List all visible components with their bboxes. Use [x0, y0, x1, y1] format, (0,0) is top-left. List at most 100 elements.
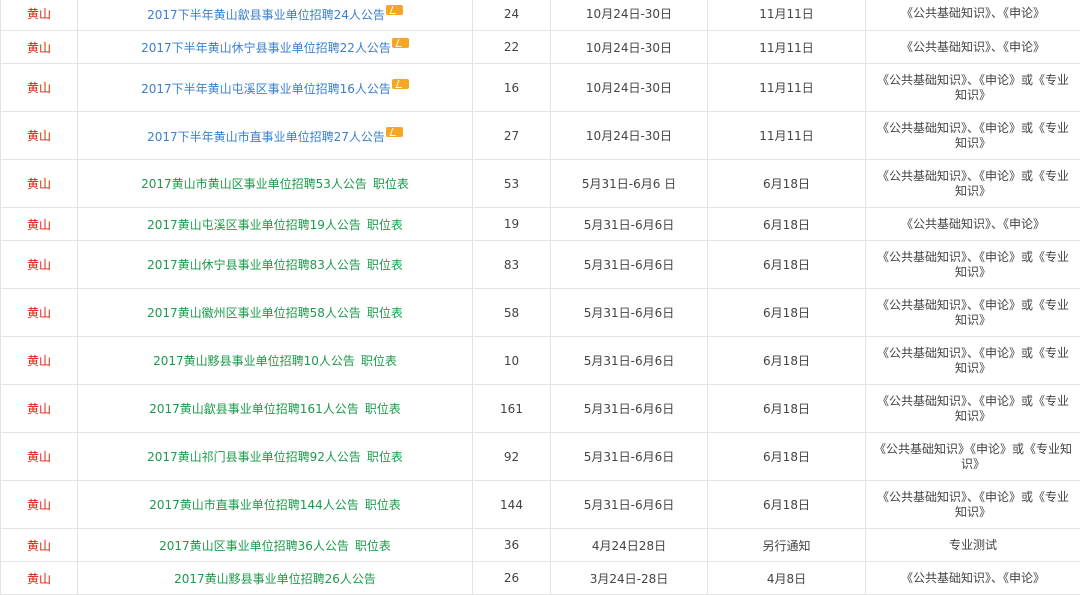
- announcement-link[interactable]: 2017黄山市黄山区事业单位招聘53人公告: [141, 177, 367, 191]
- region-cell: 黄山: [1, 529, 78, 562]
- announcement-link[interactable]: 2017黄山歙县事业单位招聘161人公告: [149, 402, 358, 416]
- region-cell: 黄山: [1, 160, 78, 208]
- exam-subject-cell: 《公共基础知识》《申论》或《专业知识》: [866, 433, 1080, 481]
- region-cell: 黄山: [1, 562, 78, 595]
- headcount-cell: 26: [473, 562, 551, 595]
- exam-date-cell: 6月18日: [708, 385, 866, 433]
- table-row: 黄山2017黄山屯溪区事业单位招聘19人公告职位表195月31日-6月6日6月1…: [1, 208, 1080, 241]
- signup-period-cell: 10月24日-30日: [551, 0, 708, 31]
- hot-icon: [392, 79, 409, 89]
- announcement-cell: 2017下半年黄山市直事业单位招聘27人公告: [78, 112, 473, 160]
- region-cell: 黄山: [1, 64, 78, 112]
- announcement-link[interactable]: 2017黄山徽州区事业单位招聘58人公告: [147, 306, 361, 320]
- headcount-cell: 27: [473, 112, 551, 160]
- signup-period-cell: 4月24日28日: [551, 529, 708, 562]
- region-cell: 黄山: [1, 385, 78, 433]
- exam-date-cell: 6月18日: [708, 241, 866, 289]
- exam-subject-cell: 专业测试: [866, 529, 1080, 562]
- region-cell: 黄山: [1, 31, 78, 64]
- signup-period-cell: 5月31日-6月6日: [551, 481, 708, 529]
- exam-date-cell: 11月11日: [708, 0, 866, 31]
- signup-period-cell: 5月31日-6月6日: [551, 208, 708, 241]
- exam-date-cell: 4月8日: [708, 562, 866, 595]
- signup-period-cell: 10月24日-30日: [551, 64, 708, 112]
- announcement-cell: 2017下半年黄山歙县事业单位招聘24人公告: [78, 0, 473, 31]
- exam-date-cell: 6月18日: [708, 208, 866, 241]
- announcement-cell: 2017黄山屯溪区事业单位招聘19人公告职位表: [78, 208, 473, 241]
- announcement-link[interactable]: 2017下半年黄山休宁县事业单位招聘22人公告: [141, 41, 391, 55]
- announcement-cell: 2017黄山市直事业单位招聘144人公告职位表: [78, 481, 473, 529]
- exam-subject-cell: 《公共基础知识》、《申论》: [866, 0, 1080, 31]
- announcement-link[interactable]: 2017下半年黄山屯溪区事业单位招聘16人公告: [141, 82, 391, 96]
- announcement-cell: 2017黄山祁门县事业单位招聘92人公告职位表: [78, 433, 473, 481]
- job-table-link[interactable]: 职位表: [355, 539, 391, 553]
- exam-subject-cell: 《公共基础知识》、《申论》或《专业知识》: [866, 289, 1080, 337]
- job-table-link[interactable]: 职位表: [361, 354, 397, 368]
- announcement-link[interactable]: 2017黄山黟县事业单位招聘10人公告: [153, 354, 355, 368]
- table-row: 黄山2017黄山市直事业单位招聘144人公告职位表1445月31日-6月6日6月…: [1, 481, 1080, 529]
- region-cell: 黄山: [1, 337, 78, 385]
- job-table-link[interactable]: 职位表: [365, 402, 401, 416]
- announcement-cell: 2017黄山黟县事业单位招聘10人公告职位表: [78, 337, 473, 385]
- signup-period-cell: 5月31日-6月6日: [551, 241, 708, 289]
- job-table-link[interactable]: 职位表: [367, 258, 403, 272]
- region-cell: 黄山: [1, 208, 78, 241]
- region-cell: 黄山: [1, 0, 78, 31]
- announcement-link[interactable]: 2017下半年黄山市直事业单位招聘27人公告: [147, 130, 385, 144]
- table-row: 黄山2017下半年黄山市直事业单位招聘27人公告2710月24日-30日11月1…: [1, 112, 1080, 160]
- exam-subject-cell: 《公共基础知识》、《申论》或《专业知识》: [866, 112, 1080, 160]
- job-table-link[interactable]: 职位表: [373, 177, 409, 191]
- headcount-cell: 24: [473, 0, 551, 31]
- exam-subject-cell: 《公共基础知识》、《申论》或《专业知识》: [866, 481, 1080, 529]
- signup-period-cell: 5月31日-6月6日: [551, 385, 708, 433]
- recruitment-table: 黄山2017下半年黄山歙县事业单位招聘24人公告2410月24日-30日11月1…: [0, 0, 1080, 595]
- announcement-link[interactable]: 2017黄山祁门县事业单位招聘92人公告: [147, 450, 361, 464]
- exam-subject-cell: 《公共基础知识》、《申论》: [866, 31, 1080, 64]
- table-body: 黄山2017下半年黄山歙县事业单位招聘24人公告2410月24日-30日11月1…: [1, 0, 1080, 595]
- headcount-cell: 53: [473, 160, 551, 208]
- announcement-cell: 2017黄山歙县事业单位招聘161人公告职位表: [78, 385, 473, 433]
- announcement-link[interactable]: 2017黄山区事业单位招聘36人公告: [159, 539, 349, 553]
- announcement-link[interactable]: 2017黄山休宁县事业单位招聘83人公告: [147, 258, 361, 272]
- table-row: 黄山2017黄山祁门县事业单位招聘92人公告职位表925月31日-6月6日6月1…: [1, 433, 1080, 481]
- announcement-link[interactable]: 2017下半年黄山歙县事业单位招聘24人公告: [147, 8, 385, 22]
- announcement-cell: 2017下半年黄山屯溪区事业单位招聘16人公告: [78, 64, 473, 112]
- announcement-link[interactable]: 2017黄山市直事业单位招聘144人公告: [149, 498, 358, 512]
- signup-period-cell: 5月31日-6月6 日: [551, 160, 708, 208]
- job-table-link[interactable]: 职位表: [367, 218, 403, 232]
- table-row: 黄山2017黄山徽州区事业单位招聘58人公告职位表585月31日-6月6日6月1…: [1, 289, 1080, 337]
- exam-subject-cell: 《公共基础知识》、《申论》或《专业知识》: [866, 160, 1080, 208]
- table-row: 黄山2017黄山市黄山区事业单位招聘53人公告职位表535月31日-6月6 日6…: [1, 160, 1080, 208]
- exam-subject-cell: 《公共基础知识》、《申论》: [866, 562, 1080, 595]
- exam-date-cell: 6月18日: [708, 289, 866, 337]
- job-table-link[interactable]: 职位表: [367, 450, 403, 464]
- table-row: 黄山2017黄山黟县事业单位招聘26人公告263月24日-28日4月8日《公共基…: [1, 562, 1080, 595]
- table-row: 黄山2017黄山黟县事业单位招聘10人公告职位表105月31日-6月6日6月18…: [1, 337, 1080, 385]
- headcount-cell: 58: [473, 289, 551, 337]
- exam-subject-cell: 《公共基础知识》、《申论》或《专业知识》: [866, 337, 1080, 385]
- table-row: 黄山2017黄山区事业单位招聘36人公告职位表364月24日28日另行通知专业测…: [1, 529, 1080, 562]
- exam-subject-cell: 《公共基础知识》、《申论》或《专业知识》: [866, 385, 1080, 433]
- announcement-link[interactable]: 2017黄山屯溪区事业单位招聘19人公告: [147, 218, 361, 232]
- exam-date-cell: 6月18日: [708, 481, 866, 529]
- signup-period-cell: 10月24日-30日: [551, 31, 708, 64]
- region-cell: 黄山: [1, 112, 78, 160]
- exam-date-cell: 6月18日: [708, 337, 866, 385]
- announcement-cell: 2017下半年黄山休宁县事业单位招聘22人公告: [78, 31, 473, 64]
- hot-icon: [386, 127, 403, 137]
- table-row: 黄山2017黄山休宁县事业单位招聘83人公告职位表835月31日-6月6日6月1…: [1, 241, 1080, 289]
- exam-date-cell: 另行通知: [708, 529, 866, 562]
- table-row: 黄山2017下半年黄山休宁县事业单位招聘22人公告2210月24日-30日11月…: [1, 31, 1080, 64]
- job-table-link[interactable]: 职位表: [367, 306, 403, 320]
- headcount-cell: 16: [473, 64, 551, 112]
- region-cell: 黄山: [1, 481, 78, 529]
- region-cell: 黄山: [1, 433, 78, 481]
- job-table-link[interactable]: 职位表: [365, 498, 401, 512]
- exam-subject-cell: 《公共基础知识》、《申论》: [866, 208, 1080, 241]
- announcement-cell: 2017黄山市黄山区事业单位招聘53人公告职位表: [78, 160, 473, 208]
- exam-date-cell: 6月18日: [708, 433, 866, 481]
- region-cell: 黄山: [1, 241, 78, 289]
- exam-subject-cell: 《公共基础知识》、《申论》或《专业知识》: [866, 64, 1080, 112]
- signup-period-cell: 5月31日-6月6日: [551, 289, 708, 337]
- announcement-link[interactable]: 2017黄山黟县事业单位招聘26人公告: [174, 572, 376, 586]
